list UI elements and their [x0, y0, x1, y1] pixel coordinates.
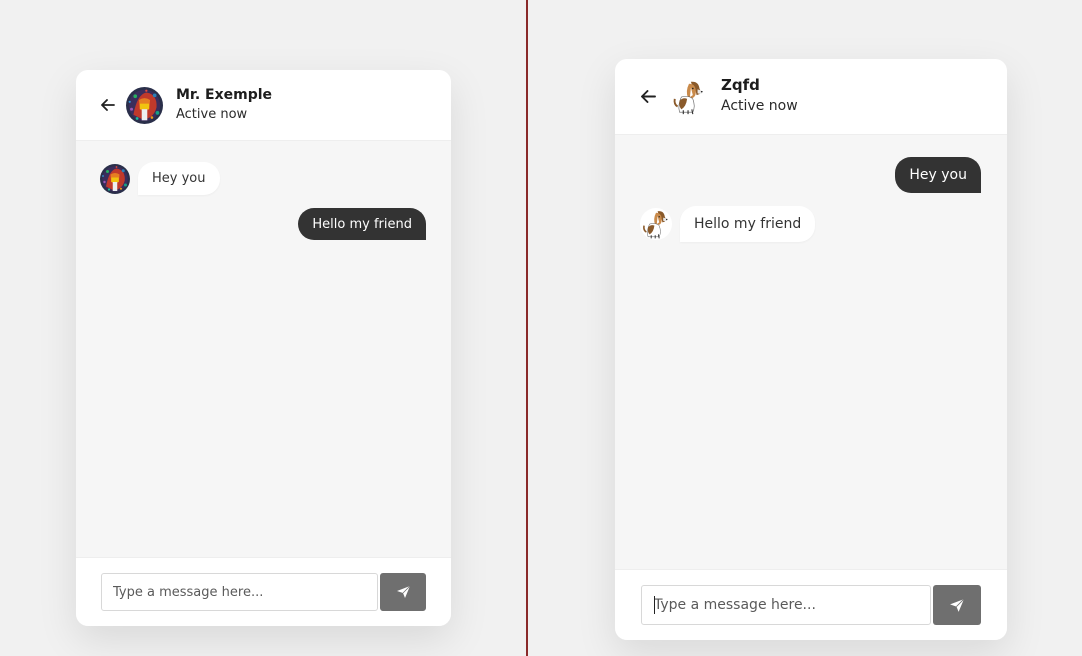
arrow-left-icon[interactable] [100, 97, 116, 113]
contact-name: Mr. Exemple [176, 86, 273, 103]
right-pane: Zqfd Active now Hey you Hello my friend [528, 0, 1082, 656]
message-row-incoming: Hello my friend [640, 206, 816, 242]
message-row-incoming: Hey you [100, 162, 220, 195]
message-row-outgoing: Hello my friend [298, 208, 426, 240]
message-avatar [640, 208, 672, 240]
contact-status: Active now [721, 98, 798, 114]
message-row-outgoing: Hey you [895, 157, 981, 193]
contact-name: Zqfd [721, 76, 760, 94]
send-button[interactable] [380, 573, 426, 611]
chat-header: Zqfd Active now [615, 59, 1007, 135]
avatar [670, 78, 708, 116]
message-composer [76, 557, 451, 626]
contact-identity: Zqfd Active now [721, 76, 798, 117]
left-chat-window: Mr. Exemple Active now Hey you Hello my … [76, 70, 451, 626]
avatar [126, 87, 163, 124]
right-chat-window: Zqfd Active now Hey you Hello my friend [615, 59, 1007, 640]
message-avatar [100, 164, 130, 194]
contact-identity: Mr. Exemple Active now [176, 86, 272, 125]
message-bubble-incoming: Hey you [138, 162, 220, 195]
chat-header: Mr. Exemple Active now [76, 70, 451, 141]
message-bubble-incoming: Hello my friend [680, 206, 816, 242]
message-bubble-outgoing: Hello my friend [298, 208, 426, 240]
contact-status: Active now [176, 106, 248, 122]
message-bubble-outgoing: Hey you [895, 157, 981, 193]
left-pane: Mr. Exemple Active now Hey you Hello my … [0, 0, 527, 656]
message-composer [615, 569, 1007, 640]
paper-plane-icon [396, 585, 410, 598]
paper-plane-icon [950, 598, 965, 612]
message-input[interactable] [101, 573, 378, 611]
text-caret [654, 596, 655, 614]
arrow-left-icon[interactable] [640, 89, 656, 105]
message-input[interactable] [641, 585, 931, 625]
send-button[interactable] [933, 585, 981, 625]
